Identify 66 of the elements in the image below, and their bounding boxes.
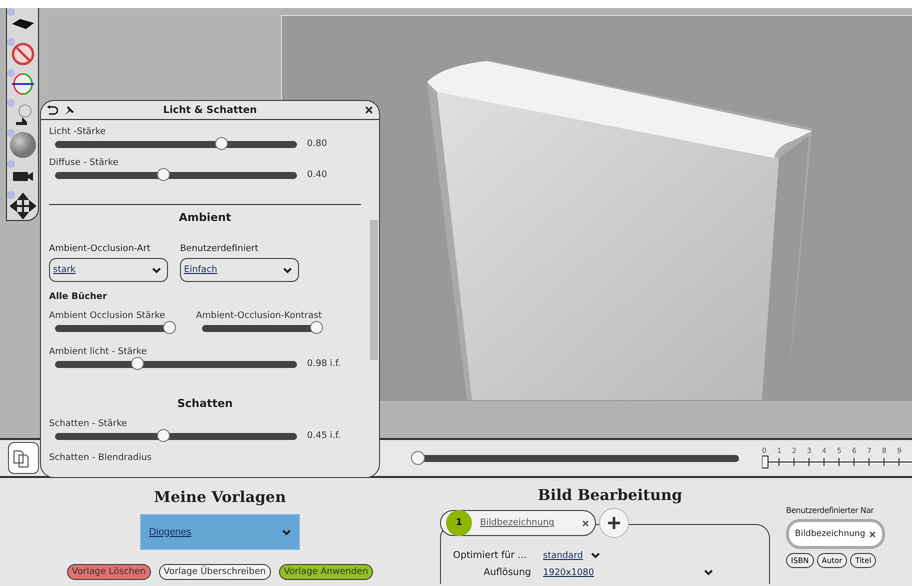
slider-label: Schatten - Stärke	[49, 419, 128, 429]
slider-thumb[interactable]	[215, 137, 228, 150]
slider-value: 0.98 i.f.	[307, 359, 341, 369]
no-entry-icon	[10, 42, 34, 66]
undo-icon[interactable]	[47, 105, 58, 115]
dropdown[interactable]: 1920x1080	[543, 564, 714, 581]
plus-icon	[607, 516, 621, 530]
field-label: Auflösung	[482, 567, 532, 578]
slider-value: 0.80	[307, 139, 328, 149]
slider-label: Schatten - Blendradius	[49, 453, 153, 463]
slider-value: 0.45 i.f.	[307, 431, 341, 441]
slider-label: Licht -Stärke	[49, 127, 107, 137]
slider-label: Ambient Occlusion Stärke	[49, 311, 166, 321]
slider-label: Diffuse - Stärke	[49, 158, 120, 168]
close-icon[interactable]	[365, 106, 373, 114]
close-icon[interactable]	[869, 530, 876, 538]
template-button[interactable]: Vorlage Überschreiben	[158, 564, 271, 580]
slider-label: Ambient licht - Stärke	[49, 347, 148, 357]
chevron-down-icon	[152, 266, 161, 274]
section-title: Meine Vorlagen	[154, 488, 286, 506]
info-dot-icon	[6, 98, 14, 107]
template-button[interactable]: Vorlage Löschen	[66, 564, 151, 580]
slider-thumb[interactable]	[310, 321, 323, 334]
info-dot-icon	[6, 8, 14, 16]
close-icon[interactable]	[582, 520, 589, 526]
info-dot-icon	[6, 129, 14, 138]
template-dropdown[interactable]: Diogenes	[140, 514, 300, 550]
add-tab-button[interactable]	[599, 508, 629, 538]
pages-button[interactable]	[8, 442, 39, 474]
tool-button[interactable]	[8, 192, 36, 220]
camera-icon	[12, 170, 34, 182]
template-button[interactable]: Vorlage Anwenden	[278, 564, 374, 580]
image-tab[interactable]: 1 Bildbezeichnung	[440, 510, 596, 536]
dropdown-label: Benutzerdefiniert	[180, 244, 260, 254]
section-label: Benutzerdefinierter Nar	[786, 506, 874, 515]
name-token[interactable]: Bildbezeichnung	[786, 519, 886, 549]
section-title: Bild Bearbeitung	[538, 486, 682, 504]
chevron-down-icon	[704, 569, 714, 576]
slider-value: 0.40	[307, 170, 328, 180]
slider-thumb[interactable]	[157, 168, 170, 181]
chevron-down-icon	[590, 552, 600, 559]
dropdown[interactable]: standard	[543, 547, 600, 564]
slider-thumb[interactable]	[163, 321, 176, 334]
info-dot-icon	[6, 68, 14, 77]
slider-label: Ambient-Occlusion-Kontrast	[196, 311, 323, 321]
chevron-down-icon	[282, 528, 291, 536]
dropdown[interactable]: Einfach	[180, 258, 299, 282]
dropdown-label: Ambient-Occlusion-Art	[49, 244, 152, 254]
section-heading: Ambient	[49, 204, 361, 226]
section-heading: Schatten	[176, 396, 234, 412]
slab-icon	[10, 18, 36, 30]
dropdown[interactable]: stark	[49, 258, 168, 282]
info-dot-icon	[6, 190, 14, 199]
move-icon	[10, 193, 36, 220]
chevron-down-icon	[283, 266, 292, 274]
sphere-icon	[8, 131, 36, 160]
info-dot-icon	[6, 160, 14, 168]
pin-icon[interactable]	[64, 104, 75, 116]
field-label: Optimiert für ...	[453, 550, 528, 561]
globe-icon	[10, 72, 34, 96]
group-heading: Alle Bücher	[49, 292, 108, 302]
panel-title: Licht & Schatten	[162, 104, 258, 116]
slider-thumb[interactable]	[410, 451, 425, 465]
slider-thumb[interactable]	[157, 429, 170, 442]
slider-thumb[interactable]	[130, 357, 144, 370]
info-dot-icon	[6, 38, 14, 46]
